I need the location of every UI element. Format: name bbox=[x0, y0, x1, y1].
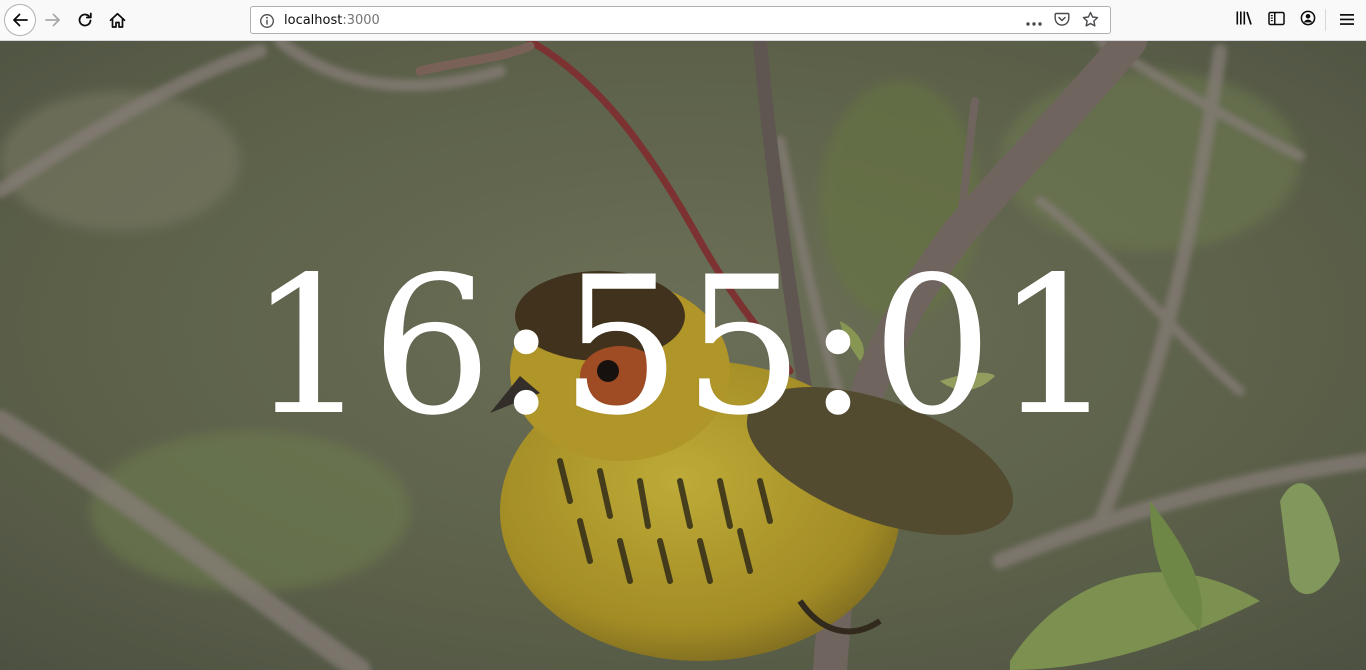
more-dots-icon bbox=[1025, 12, 1043, 31]
home-button[interactable] bbox=[102, 5, 132, 35]
hamburger-menu-icon bbox=[1340, 11, 1354, 30]
clock-page: 16:55:01 bbox=[0, 41, 1366, 670]
pocket-icon bbox=[1054, 11, 1070, 31]
reload-icon bbox=[77, 12, 93, 28]
forward-button[interactable] bbox=[38, 5, 68, 35]
sidebar-icon bbox=[1267, 11, 1285, 30]
url-host: localhost bbox=[284, 13, 343, 28]
page-actions-button[interactable] bbox=[1020, 9, 1048, 33]
forward-arrow-icon bbox=[44, 11, 62, 29]
reload-button[interactable] bbox=[70, 5, 100, 35]
bookmark-button[interactable] bbox=[1076, 9, 1104, 33]
menu-button[interactable] bbox=[1332, 5, 1362, 35]
star-icon bbox=[1082, 11, 1099, 32]
account-button[interactable] bbox=[1293, 5, 1323, 35]
library-button[interactable] bbox=[1229, 5, 1259, 35]
browser-toolbar: localhost:3000 bbox=[0, 0, 1366, 41]
account-icon bbox=[1300, 10, 1316, 30]
clock-time: 16:55:01 bbox=[248, 236, 1118, 457]
url-port: :3000 bbox=[342, 13, 380, 28]
url-text[interactable]: localhost:3000 bbox=[284, 13, 380, 29]
back-button[interactable] bbox=[4, 4, 36, 36]
home-icon bbox=[109, 12, 126, 29]
url-actions bbox=[1020, 9, 1104, 33]
sidebar-button[interactable] bbox=[1261, 5, 1291, 35]
library-icon bbox=[1235, 10, 1253, 30]
info-icon[interactable] bbox=[259, 13, 275, 29]
back-arrow-icon bbox=[11, 11, 29, 29]
url-bar[interactable]: localhost:3000 bbox=[250, 6, 1111, 34]
pocket-button[interactable] bbox=[1048, 9, 1076, 33]
toolbar-separator bbox=[1325, 9, 1326, 31]
